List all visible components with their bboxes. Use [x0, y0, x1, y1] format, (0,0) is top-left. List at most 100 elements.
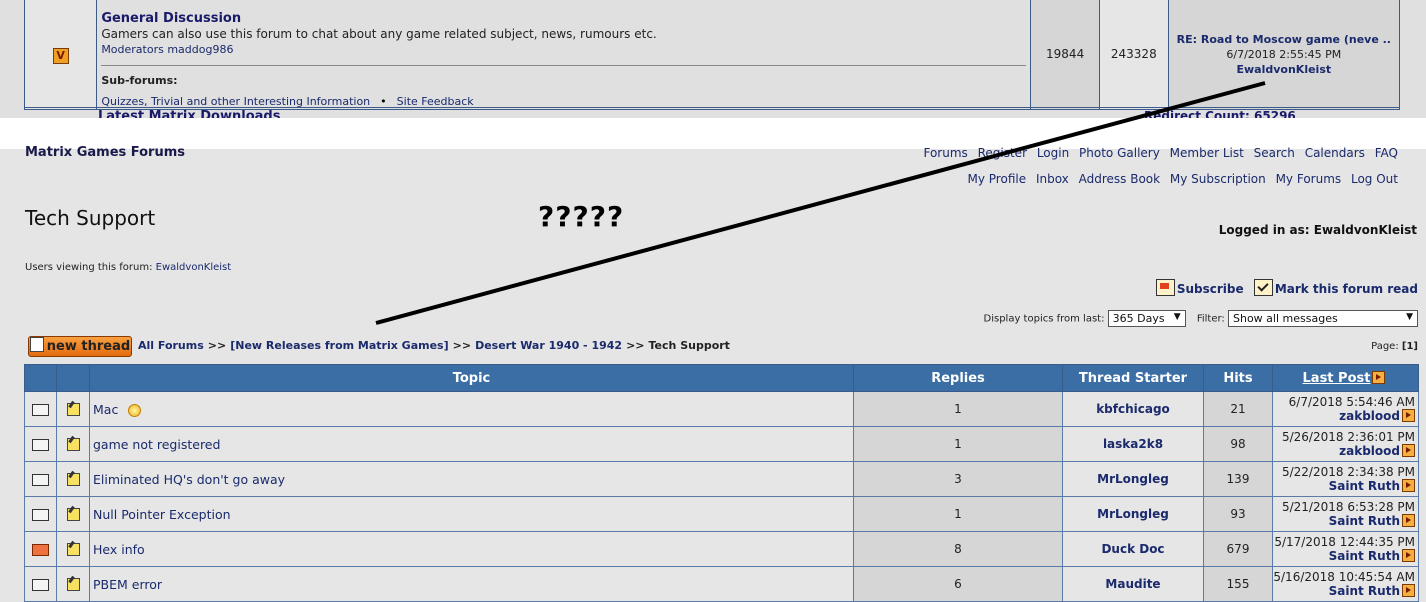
nav-register[interactable]: Register — [978, 146, 1027, 160]
last-post-user-link[interactable]: Saint Ruth — [1329, 514, 1400, 528]
subscribe-button[interactable]: Subscribe — [1155, 279, 1244, 296]
last-post-user-link[interactable]: Saint Ruth — [1329, 584, 1400, 598]
forum-main-cell: General Discussion Gamers can also use t… — [96, 0, 1032, 110]
header-thread-starter[interactable]: Thread Starter — [1062, 364, 1204, 392]
breadcrumb-new-releases[interactable]: [New Releases from Matrix Games] — [230, 339, 448, 352]
envelope-icon — [32, 438, 49, 451]
header-topic[interactable]: Topic — [89, 364, 854, 392]
last-post-user-link[interactable]: Saint Ruth — [1329, 549, 1400, 563]
nav-login[interactable]: Login — [1037, 146, 1069, 160]
go-to-last-post-icon[interactable] — [1402, 583, 1415, 597]
last-post-date: 5/22/2018 2:34:38 PM — [1281, 464, 1415, 479]
last-post-user-link[interactable]: EwaldvonKleist — [1169, 63, 1399, 76]
nav-search[interactable]: Search — [1254, 146, 1295, 160]
table-row: PBEM error 6 Maudite 155 5/16/2018 10:45:54 … — [24, 566, 1419, 602]
redirect-count: Redirect Count: 65296 — [1144, 109, 1296, 118]
last-post-user-link[interactable]: zakblood — [1339, 444, 1400, 458]
nav-forums[interactable]: Forums — [923, 146, 967, 160]
topic-last-post-cell: 5/17/2018 12:44:35 PM Saint Ruth — [1272, 531, 1419, 567]
last-post-date: 5/17/2018 12:44:35 PM — [1274, 534, 1415, 549]
last-post-date: 5/21/2018 6:53:28 PM — [1281, 499, 1415, 514]
topic-status-cell — [24, 496, 57, 532]
topic-starter-link[interactable]: MrLongleg — [1062, 496, 1204, 532]
mark-read-button[interactable]: Mark this forum read — [1253, 279, 1418, 296]
header-replies[interactable]: Replies — [853, 364, 1063, 392]
go-to-last-post-icon[interactable] — [1402, 548, 1415, 562]
topic-replies: 1 — [853, 391, 1063, 427]
breadcrumb-all-forums[interactable]: All Forums — [138, 339, 204, 352]
hot-topic-envelope-icon — [32, 543, 49, 556]
header-last-post-label: Last Post — [1302, 371, 1371, 386]
topic-last-post-cell: 5/21/2018 6:53:28 PM Saint Ruth — [1272, 496, 1419, 532]
display-topics-label: Display topics from last: — [983, 313, 1105, 325]
topic-starter-link[interactable]: kbfchicago — [1062, 391, 1204, 427]
envelope-icon — [32, 578, 49, 591]
topic-link[interactable]: Hex info — [93, 542, 145, 557]
topic-cell: Hex info — [89, 531, 854, 567]
last-post-user-link[interactable]: Saint Ruth — [1329, 479, 1400, 493]
chevron-down-icon: ▼ — [1173, 312, 1181, 322]
forum-title-link[interactable]: General Discussion — [101, 11, 1026, 26]
topic-filters: Display topics from last: 365 Days ▼ Filt… — [984, 310, 1418, 327]
header-hits[interactable]: Hits — [1203, 364, 1273, 392]
nav-my-profile[interactable]: My Profile — [968, 172, 1027, 186]
viewing-user-link[interactable]: EwaldvonKleist — [156, 262, 232, 273]
topic-link[interactable]: Mac — [93, 402, 118, 417]
annotation-question-marks: ????? — [538, 200, 625, 233]
topic-replies: 3 — [853, 461, 1063, 497]
new-thread-button[interactable]: new thread — [28, 336, 132, 357]
topic-last-post-cell: 6/7/2018 5:54:46 AM zakblood — [1272, 391, 1419, 427]
topic-hits: 21 — [1203, 391, 1273, 427]
logged-in-status: Logged in as: EwaldvonKleist — [1218, 223, 1417, 237]
topic-starter-link[interactable]: Duck Doc — [1062, 531, 1204, 567]
topic-note-icon — [66, 438, 80, 451]
site-title[interactable]: Matrix Games Forums — [25, 145, 185, 160]
topic-link[interactable]: game not registered — [93, 437, 220, 452]
nav-faq[interactable]: FAQ — [1375, 146, 1398, 160]
header-last-post[interactable]: Last Post — [1272, 364, 1419, 392]
nav-log-out[interactable]: Log Out — [1351, 172, 1398, 186]
topic-cell: Mac — [89, 391, 854, 427]
nav-photo-gallery[interactable]: Photo Gallery — [1079, 146, 1160, 160]
topic-body: Mac 1 kbfchicago 21 6/7/2018 5:54:46 AM zakbl… — [24, 391, 1419, 602]
display-days-value: 365 Days — [1112, 312, 1165, 325]
forum-topics-count: 19844 — [1030, 0, 1100, 110]
next-forum-title[interactable]: Latest Matrix Downloads — [98, 109, 280, 118]
go-to-last-post-icon[interactable] — [1402, 408, 1415, 422]
filter-select[interactable]: Show all messages ▼ — [1228, 310, 1418, 327]
top-forum-table: V General Discussion Gamers can also use… — [23, 0, 1401, 110]
breadcrumb-sep: >> — [452, 339, 472, 352]
nav-member-list[interactable]: Member List — [1170, 146, 1244, 160]
nav-my-subscription[interactable]: My Subscription — [1170, 172, 1266, 186]
page-current[interactable]: [1] — [1402, 341, 1418, 352]
display-days-select[interactable]: 365 Days ▼ — [1107, 310, 1186, 327]
topic-starter-link[interactable]: laska2k8 — [1062, 426, 1204, 462]
topic-starter-link[interactable]: MrLongleg — [1062, 461, 1204, 497]
go-to-last-post-icon[interactable] — [1402, 513, 1415, 527]
forum-moderators[interactable]: Moderators maddog986 — [101, 43, 1026, 56]
breadcrumb-desert-war[interactable]: Desert War 1940 - 1942 — [475, 339, 622, 352]
last-post-user-link[interactable]: zakblood — [1339, 409, 1400, 423]
go-to-last-post-icon[interactable] — [1402, 478, 1415, 492]
nav-address-book[interactable]: Address Book — [1079, 172, 1160, 186]
filter-label: Filter: — [1196, 313, 1225, 325]
topic-link[interactable]: Eliminated HQ's don't go away — [93, 472, 285, 487]
main-nav: Forums Register Login Photo Gallery Memb… — [917, 146, 1398, 160]
topic-link[interactable]: PBEM error — [93, 577, 162, 592]
topic-starter-link[interactable]: Maudite — [1062, 566, 1204, 602]
last-post-title-link[interactable]: RE: Road to Moscow game (neve .. — [1169, 33, 1399, 46]
last-post-date: 6/7/2018 2:55:45 PM — [1226, 47, 1342, 61]
nav-inbox[interactable]: Inbox — [1036, 172, 1069, 186]
nav-my-forums[interactable]: My Forums — [1276, 172, 1342, 186]
envelope-icon — [32, 403, 49, 416]
nav-calendars[interactable]: Calendars — [1305, 146, 1365, 160]
topic-type-cell — [56, 426, 90, 462]
topic-link[interactable]: Null Pointer Exception — [93, 507, 231, 522]
last-post-date: 5/26/2018 2:36:01 PM — [1281, 429, 1415, 444]
screenshot-separator — [0, 118, 1426, 149]
envelope-icon — [32, 473, 49, 486]
go-to-last-post-icon[interactable] — [1402, 443, 1415, 457]
breadcrumb-sep: >> — [626, 339, 645, 352]
topic-last-post-cell: 5/16/2018 10:45:54 AM Saint Ruth — [1272, 566, 1419, 602]
mark-read-label: Mark this forum read — [1274, 282, 1418, 296]
